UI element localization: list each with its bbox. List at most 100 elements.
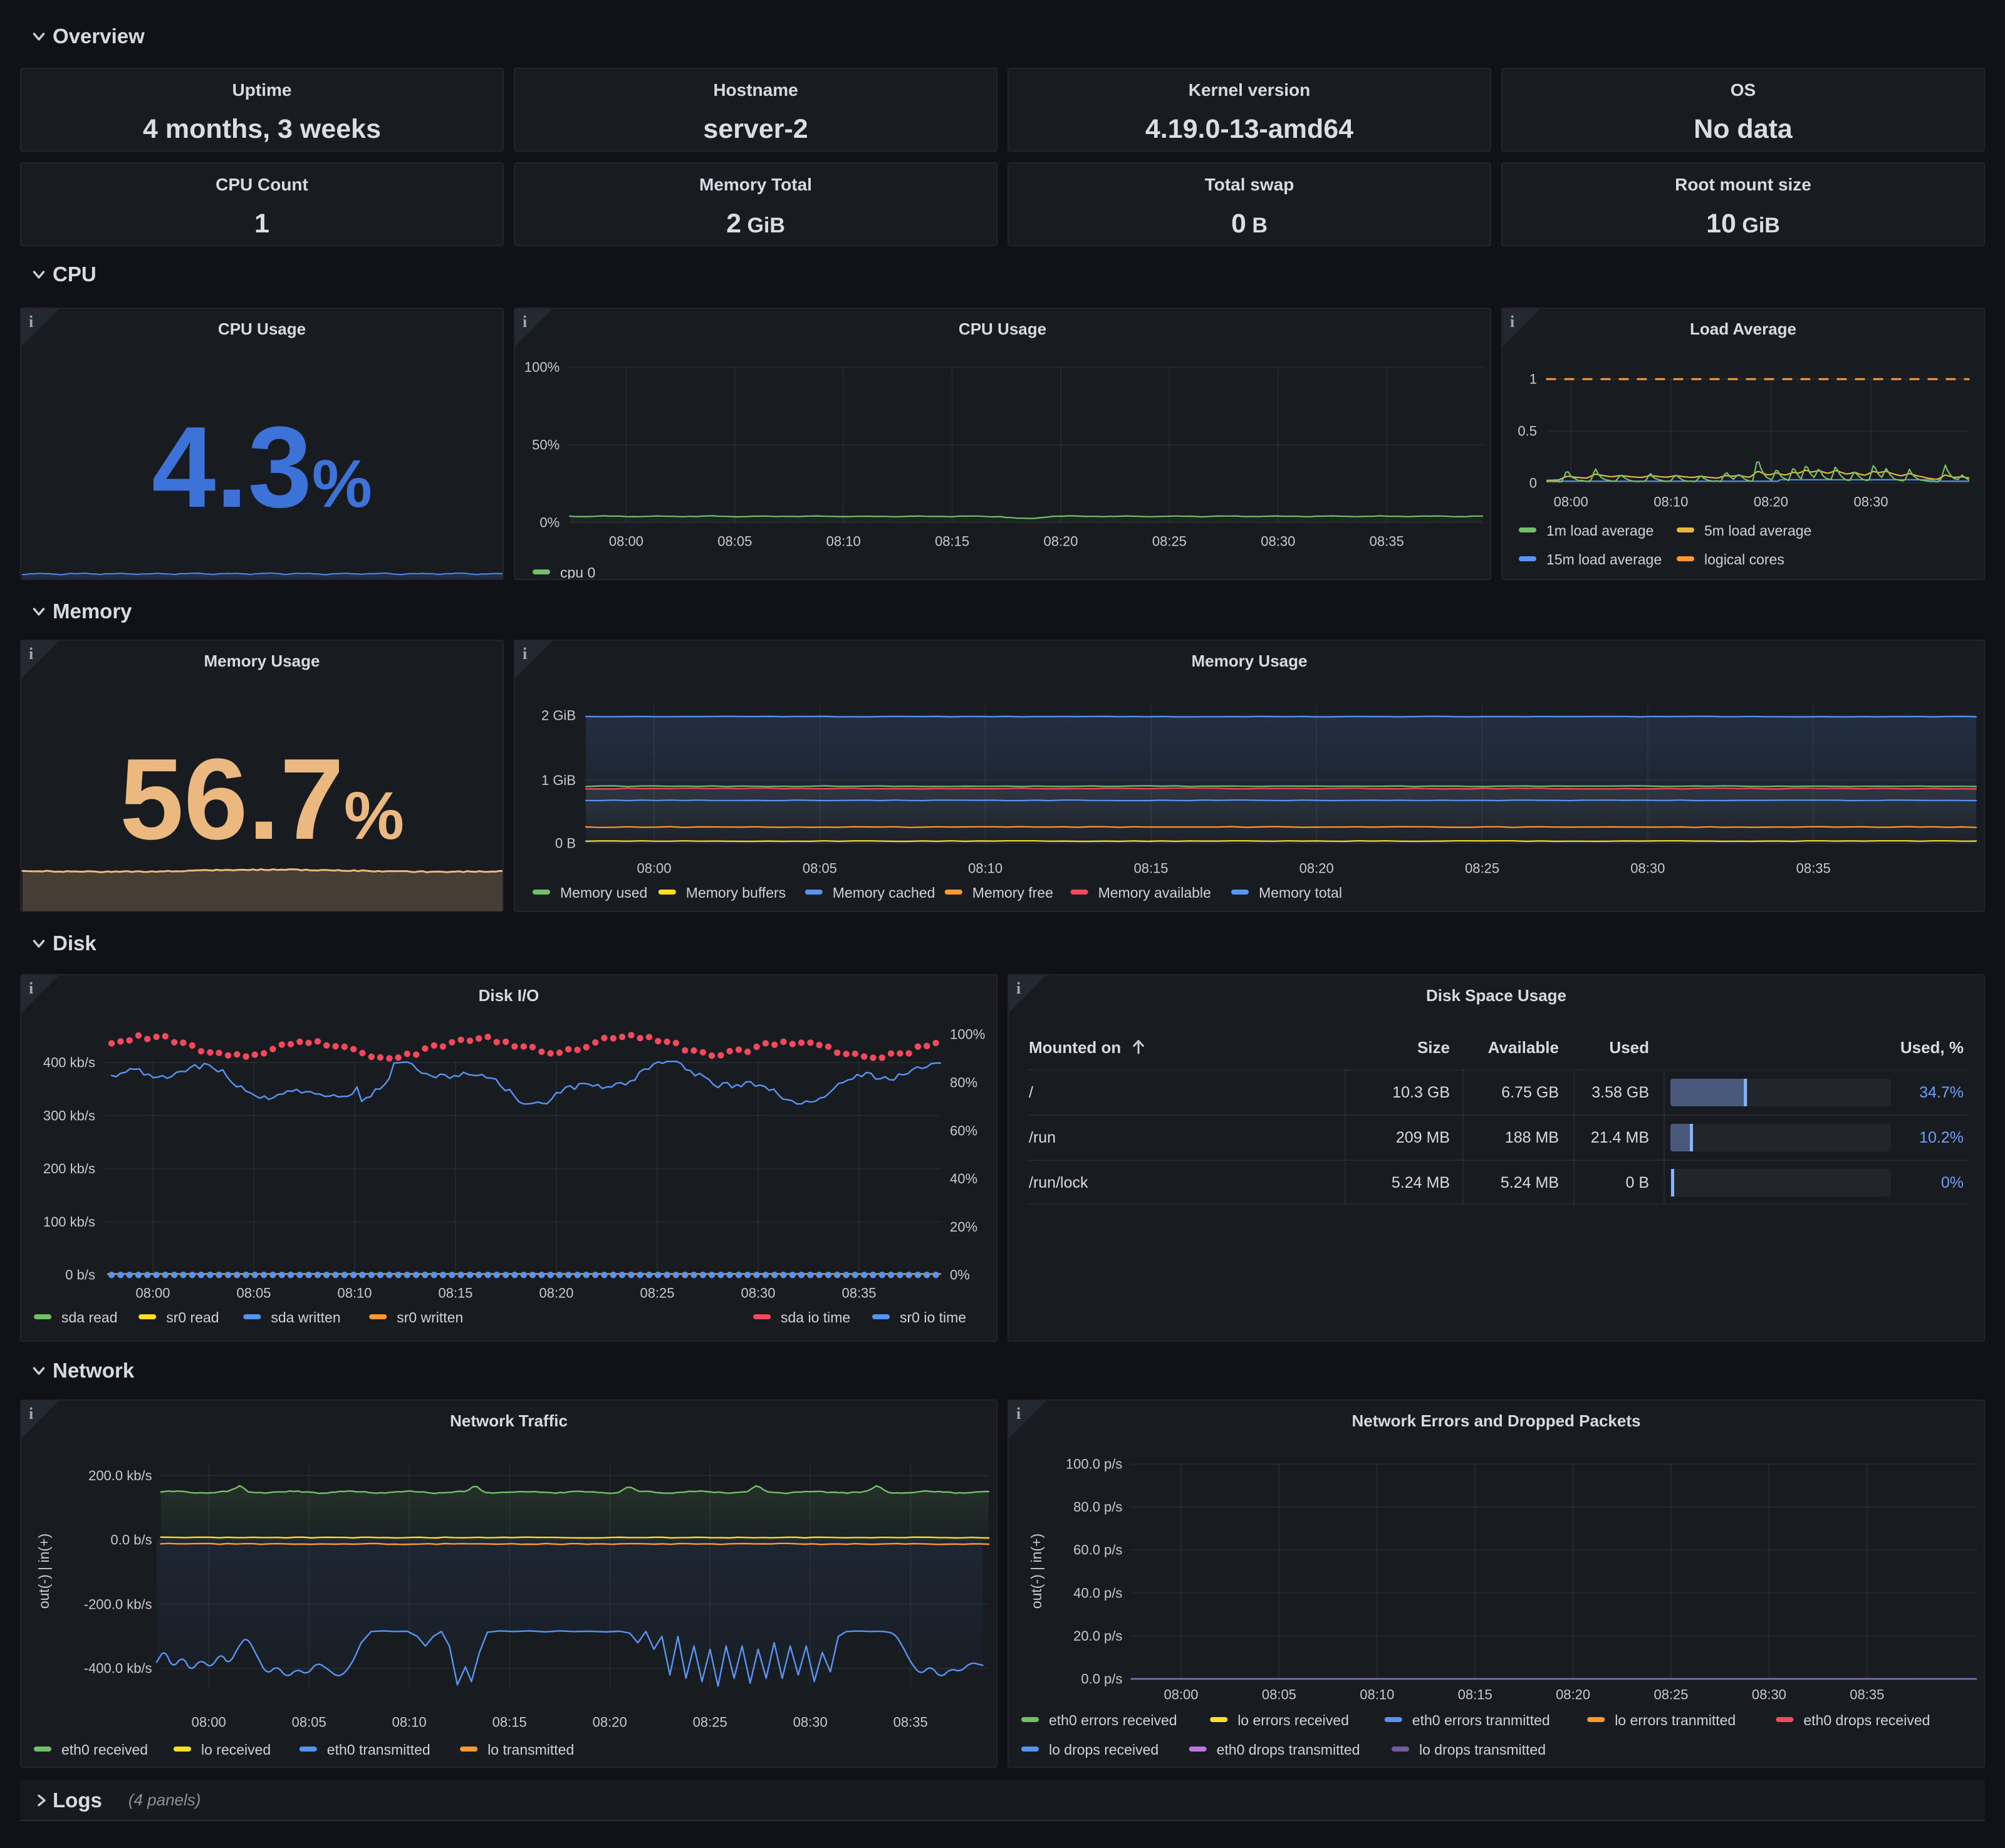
svg-text:Memory cached: Memory cached <box>833 885 935 901</box>
svg-text:08:15: 08:15 <box>1458 1686 1492 1702</box>
svg-text:08:20: 08:20 <box>1043 534 1078 549</box>
svg-text:/run: /run <box>1029 1129 1056 1146</box>
svg-text:188 MB: 188 MB <box>1505 1129 1559 1146</box>
svg-text:-200.0 kb/s: -200.0 kb/s <box>84 1596 152 1612</box>
svg-text:out(-) | in(+): out(-) | in(+) <box>36 1534 52 1609</box>
svg-text:0.5: 0.5 <box>1518 423 1537 439</box>
svg-text:sda io time: sda io time <box>781 1309 850 1326</box>
svg-text:21.4 MB: 21.4 MB <box>1591 1129 1649 1146</box>
svg-text:0 B: 0 B <box>1625 1174 1649 1191</box>
svg-text:08:20: 08:20 <box>1556 1686 1590 1702</box>
svg-text:08:05: 08:05 <box>717 534 752 549</box>
svg-text:08:05: 08:05 <box>292 1715 326 1730</box>
svg-text:08:30: 08:30 <box>1752 1686 1786 1702</box>
svg-text:100.0 p/s: 100.0 p/s <box>1066 1456 1123 1472</box>
svg-text:08:15: 08:15 <box>438 1285 472 1301</box>
svg-text:08:00: 08:00 <box>1554 494 1588 510</box>
svg-text:0%: 0% <box>539 515 560 531</box>
svg-text:1: 1 <box>1529 371 1537 387</box>
svg-text:eth0 drops transmitted: eth0 drops transmitted <box>1217 1742 1360 1758</box>
svg-text:/: / <box>1029 1084 1033 1101</box>
svg-text:sr0 io time: sr0 io time <box>900 1309 966 1326</box>
svg-text:08:00: 08:00 <box>1164 1686 1198 1702</box>
svg-text:Memory total: Memory total <box>1259 885 1342 901</box>
svg-text:40.0 p/s: 40.0 p/s <box>1073 1585 1122 1601</box>
svg-text:60%: 60% <box>950 1123 977 1138</box>
svg-text:08:35: 08:35 <box>1850 1686 1884 1702</box>
svg-text:lo errors received: lo errors received <box>1237 1712 1349 1728</box>
svg-text:08:20: 08:20 <box>593 1715 627 1730</box>
svg-text:3.58 GB: 3.58 GB <box>1591 1084 1649 1101</box>
svg-text:20.0 p/s: 20.0 p/s <box>1073 1628 1122 1644</box>
svg-text:logical cores: logical cores <box>1704 551 1784 568</box>
svg-text:1 GiB: 1 GiB <box>541 772 576 788</box>
svg-text:Used: Used <box>1609 1038 1649 1057</box>
svg-text:200 kb/s: 200 kb/s <box>43 1161 95 1176</box>
svg-text:20%: 20% <box>950 1219 977 1235</box>
svg-text:Memory free: Memory free <box>972 885 1053 901</box>
svg-text:08:05: 08:05 <box>803 861 837 876</box>
svg-text:lo drops transmitted: lo drops transmitted <box>1419 1742 1546 1758</box>
svg-text:0: 0 <box>1529 475 1537 491</box>
svg-text:08:05: 08:05 <box>1262 1686 1296 1702</box>
svg-text:08:00: 08:00 <box>609 534 643 549</box>
svg-text:08:00: 08:00 <box>192 1715 226 1730</box>
svg-text:out(-) | in(+): out(-) | in(+) <box>1028 1534 1044 1609</box>
svg-text:08:20: 08:20 <box>539 1285 573 1301</box>
svg-text:lo drops received: lo drops received <box>1049 1742 1159 1758</box>
svg-text:Mounted on: Mounted on <box>1029 1038 1121 1057</box>
svg-text:34.7%: 34.7% <box>1919 1084 1964 1101</box>
svg-text:08:25: 08:25 <box>1152 534 1187 549</box>
svg-text:100%: 100% <box>524 360 560 375</box>
svg-text:eth0 transmitted: eth0 transmitted <box>327 1742 430 1758</box>
svg-text:0.0 b/s: 0.0 b/s <box>111 1532 152 1548</box>
svg-text:08:10: 08:10 <box>337 1285 372 1301</box>
svg-text:08:10: 08:10 <box>968 861 1002 876</box>
svg-text:-400.0 kb/s: -400.0 kb/s <box>84 1661 152 1676</box>
svg-text:/run/lock: /run/lock <box>1029 1174 1088 1191</box>
svg-text:200.0 kb/s: 200.0 kb/s <box>88 1468 152 1483</box>
svg-text:50%: 50% <box>532 437 560 453</box>
svg-text:lo transmitted: lo transmitted <box>487 1742 574 1758</box>
svg-text:08:05: 08:05 <box>236 1285 271 1301</box>
svg-text:eth0 errors received: eth0 errors received <box>1049 1712 1177 1728</box>
svg-text:08:35: 08:35 <box>1796 861 1831 876</box>
svg-text:08:00: 08:00 <box>135 1285 170 1301</box>
svg-text:80.0 p/s: 80.0 p/s <box>1073 1499 1122 1515</box>
svg-text:08:35: 08:35 <box>841 1285 876 1301</box>
svg-text:400 kb/s: 400 kb/s <box>43 1055 95 1071</box>
svg-text:0 b/s: 0 b/s <box>65 1267 95 1283</box>
svg-text:08:20: 08:20 <box>1299 861 1334 876</box>
svg-text:300 kb/s: 300 kb/s <box>43 1108 95 1123</box>
svg-text:08:30: 08:30 <box>1630 861 1665 876</box>
svg-text:60.0 p/s: 60.0 p/s <box>1073 1542 1122 1558</box>
svg-text:cpu 0: cpu 0 <box>560 564 595 580</box>
svg-text:100%: 100% <box>950 1027 985 1042</box>
svg-text:08:20: 08:20 <box>1754 494 1788 510</box>
svg-text:0 B: 0 B <box>555 836 576 851</box>
svg-text:Memory buffers: Memory buffers <box>686 885 786 901</box>
svg-text:08:10: 08:10 <box>392 1715 427 1730</box>
svg-text:sda read: sda read <box>61 1309 118 1326</box>
svg-text:40%: 40% <box>950 1171 977 1186</box>
svg-text:lo errors tranmitted: lo errors tranmitted <box>1615 1712 1736 1728</box>
svg-text:209 MB: 209 MB <box>1396 1129 1450 1146</box>
svg-text:08:15: 08:15 <box>935 534 969 549</box>
svg-text:08:35: 08:35 <box>893 1715 928 1730</box>
svg-text:Available: Available <box>1488 1038 1559 1057</box>
svg-text:08:10: 08:10 <box>1360 1686 1394 1702</box>
svg-text:08:25: 08:25 <box>693 1715 727 1730</box>
svg-text:08:15: 08:15 <box>1133 861 1168 876</box>
svg-text:1m load average: 1m load average <box>1546 522 1653 539</box>
svg-text:08:30: 08:30 <box>1853 494 1888 510</box>
svg-text:100 kb/s: 100 kb/s <box>43 1214 95 1230</box>
svg-text:08:00: 08:00 <box>637 861 671 876</box>
svg-text:5.24 MB: 5.24 MB <box>1392 1174 1450 1191</box>
svg-text:0.0 p/s: 0.0 p/s <box>1081 1671 1122 1687</box>
svg-text:0%: 0% <box>1941 1174 1964 1191</box>
svg-text:08:25: 08:25 <box>640 1285 674 1301</box>
svg-text:Memory used: Memory used <box>560 885 647 901</box>
svg-text:sda written: sda written <box>271 1309 340 1326</box>
svg-text:Size: Size <box>1417 1038 1450 1057</box>
svg-text:08:25: 08:25 <box>1653 1686 1688 1702</box>
